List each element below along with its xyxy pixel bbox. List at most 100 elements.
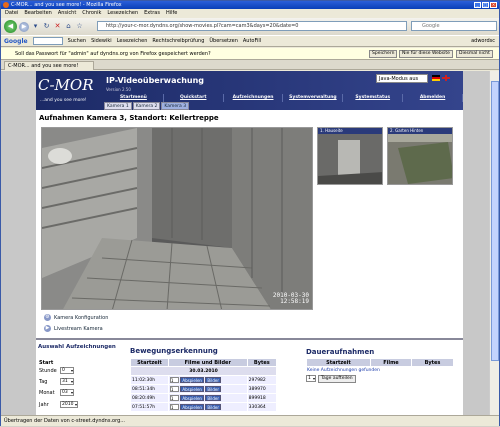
scrollbar-thumb[interactable]	[491, 81, 499, 361]
not-now-button[interactable]: Diesmal nicht	[456, 50, 493, 58]
split-days-button[interactable]: Tage aufteilen	[318, 375, 356, 383]
google-logo[interactable]: Google	[4, 38, 28, 45]
row-select[interactable]: 1	[169, 376, 179, 383]
tab-camera-2[interactable]: Kamera 2	[132, 102, 161, 110]
maximize-button[interactable]: □	[482, 2, 489, 8]
images-button[interactable]: Bilder	[205, 376, 221, 383]
english-flag-icon[interactable]	[442, 75, 450, 81]
vertical-scrollbar[interactable]	[489, 71, 499, 415]
java-mode-select[interactable]: Java-Modus aus	[376, 74, 428, 83]
empty-message: Keine Aufzeichnungen gefunden	[306, 366, 454, 375]
account-label[interactable]: adwordsc	[471, 38, 495, 44]
tab-bar: C-MOR... and you see more!	[1, 60, 499, 70]
row-select[interactable]: 1	[169, 394, 179, 401]
tab-camera-3[interactable]: Kamera 3	[161, 102, 190, 110]
menu-extras[interactable]: Extras	[144, 9, 160, 18]
menu-lesezeichen[interactable]: Lesezeichen	[107, 9, 138, 18]
thumbnail-2-image	[388, 128, 452, 184]
play-button[interactable]: Abspielen	[180, 403, 204, 410]
notification-text: Soll das Passwort für "admin" auf dyndns…	[15, 51, 211, 57]
play-button[interactable]: Abspielen	[180, 394, 204, 401]
never-save-button[interactable]: Nie für diese Website	[399, 50, 453, 58]
toolbar-spellcheck[interactable]: Rechtschreibprüfung	[152, 38, 204, 44]
month-label: Monat	[39, 389, 55, 396]
menu-hilfe[interactable]: Hilfe	[166, 9, 177, 18]
images-button[interactable]: Bilder	[205, 403, 221, 410]
col-films-images: Filme und Bilder	[167, 358, 248, 367]
browser-window: C-MOR... and you see more! - Mozilla Fir…	[0, 0, 500, 426]
play-button[interactable]: Abspielen	[180, 376, 204, 383]
start-label: Start	[39, 360, 54, 366]
save-password-button[interactable]: Speichern	[369, 50, 398, 58]
thumbnail-1-label: 1. Hauseite	[318, 128, 382, 134]
row-select[interactable]: 1	[169, 403, 179, 410]
status-bar: Übertragen der Daten von c-street.dyndns…	[1, 415, 499, 426]
year-select[interactable]: 2010	[60, 401, 78, 408]
menu-chronik[interactable]: Chronik	[82, 9, 101, 18]
menu-bearbeiten[interactable]: Bearbeiten	[24, 9, 51, 18]
minimize-button[interactable]: _	[474, 2, 481, 8]
forward-button[interactable]: ▶	[19, 21, 29, 32]
table-row: 11:02:30h 1 Abspielen Bilder 297982	[130, 375, 278, 385]
thumbnail-2-label: 2. Garten Hinten	[388, 128, 452, 134]
app-title: IP-Videoüberwachung	[106, 76, 205, 85]
close-window-button[interactable]: ×	[490, 2, 497, 8]
year-row: Jahr 2010	[39, 401, 78, 408]
thumbnail-camera-2[interactable]: 2. Garten Hinten	[387, 127, 453, 185]
search-input[interactable]: Google	[411, 21, 497, 31]
cmor-logo[interactable]: C-MOR ...and you see more!	[38, 76, 100, 108]
home-icon[interactable]: ⌂	[64, 22, 73, 31]
camera-3-view[interactable]: 2010-03-30 12:58:19	[41, 127, 313, 310]
month-row: Monat 03	[39, 389, 74, 396]
table-row: 08:20:49h 1 Abspielen Bilder 899918	[130, 393, 278, 403]
main-nav: Startmenü Quickstart Aufzeichnungen Syst…	[104, 94, 463, 102]
month-select[interactable]: 03	[60, 389, 74, 396]
app-version: Version 2.50	[106, 87, 131, 92]
google-search-button[interactable]: Suchen	[68, 38, 87, 44]
tab-camera-1[interactable]: Kamera 1	[104, 102, 132, 110]
firefox-icon	[3, 2, 9, 8]
archive-title: Auswahl Aufzeichnungen	[38, 344, 116, 350]
days-select[interactable]: 1	[306, 375, 316, 382]
motion-detection-title: Bewegungserkennung	[130, 347, 218, 355]
nav-recordings[interactable]: Aufzeichnungen	[224, 94, 284, 102]
thumbnail-1-image	[318, 128, 382, 184]
toolbar-translate[interactable]: Übersetzen	[209, 38, 237, 44]
hour-select[interactable]: 0	[60, 367, 74, 374]
german-flag-icon[interactable]	[432, 75, 440, 81]
nav-quickstart[interactable]: Quickstart	[164, 94, 224, 102]
col-bytes: Bytes	[410, 358, 455, 367]
toolbar-autofill[interactable]: AutoFill	[243, 38, 261, 44]
year-label: Jahr	[39, 401, 49, 408]
nav-logout[interactable]: Abmelden	[403, 94, 463, 102]
browser-tab[interactable]: C-MOR... and you see more!	[4, 61, 94, 70]
toolbar-sidewiki[interactable]: Sidewiki	[91, 38, 112, 44]
images-button[interactable]: Bilder	[205, 394, 221, 401]
day-label: Tag	[39, 378, 48, 385]
reload-icon[interactable]: ↻	[42, 22, 51, 31]
play-button[interactable]: Abspielen	[180, 385, 204, 392]
stop-icon[interactable]: ✕	[53, 22, 62, 31]
thumbnail-camera-1[interactable]: 1. Hauseite	[317, 127, 383, 185]
livestream-label: Livestream Kamera	[54, 325, 103, 332]
row-select[interactable]: 1	[169, 385, 179, 392]
images-button[interactable]: Bilder	[205, 385, 221, 392]
livestream-link[interactable]: ▶ Livestream Kamera	[44, 325, 103, 332]
bookmark-star-icon[interactable]: ☆	[75, 22, 84, 31]
google-search-input[interactable]	[32, 37, 63, 45]
nav-startmenu[interactable]: Startmenü	[104, 94, 164, 102]
menu-datei[interactable]: Datei	[5, 9, 18, 18]
row-bytes: 297982	[246, 375, 278, 385]
nav-system-status[interactable]: Systemstatus	[343, 94, 404, 102]
continuous-title: Daueraufnahmen	[306, 348, 375, 356]
camera-config-link[interactable]: ⚙ Kamera Konfiguration	[44, 314, 108, 321]
row-time: 08:20:49h	[130, 393, 169, 403]
history-dropdown-icon[interactable]: ▾	[31, 22, 40, 31]
day-select[interactable]: 31	[60, 378, 74, 385]
toolbar-bookmarks[interactable]: Lesezeichen	[117, 38, 148, 44]
nav-system-admin[interactable]: Systemverwaltung	[283, 94, 344, 102]
menu-ansicht[interactable]: Ansicht	[58, 9, 76, 18]
col-starttime: Startzeit	[130, 358, 169, 367]
url-input[interactable]: http://your-c-mor.dyndns.org/show-movies…	[97, 21, 407, 31]
back-button[interactable]: ◀	[4, 20, 17, 33]
